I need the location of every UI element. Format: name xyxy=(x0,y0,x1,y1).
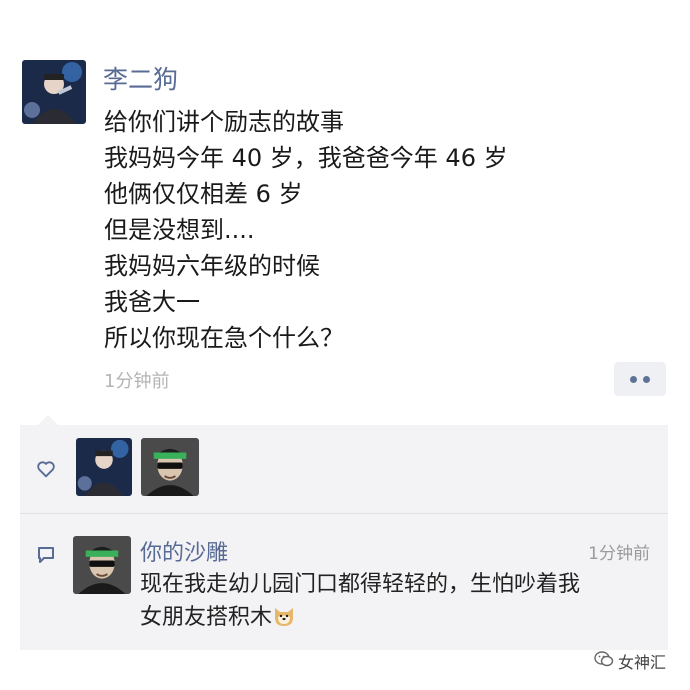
post-timestamp: 1分钟前 xyxy=(104,371,170,392)
poster-name[interactable]: 李二狗 xyxy=(103,60,178,96)
comment-line: 现在我走幼儿园门口都得轻轻的，生怕吵着我 xyxy=(140,572,581,597)
comment-line-text: 女朋友搭积木 xyxy=(140,605,273,630)
watermark-text: 女神汇 xyxy=(618,653,667,672)
like-avatar-lieergou[interactable] xyxy=(76,438,132,496)
post-line: 他俩仅仅相差 6 岁 xyxy=(104,180,303,208)
shiba-emoji-icon xyxy=(272,604,296,628)
post-line: 但是没想到.... xyxy=(104,216,255,244)
post-line: 我妈妈今年 40 岁，我爸爸今年 46 岁 xyxy=(104,144,508,172)
dot-icon xyxy=(630,376,637,383)
panel-pointer xyxy=(38,415,58,425)
comment-line: 女朋友搭积木 xyxy=(140,601,660,634)
commenter-avatar[interactable] xyxy=(73,536,131,594)
post-line: 我妈妈六年级的时候 xyxy=(104,252,320,280)
like-avatar-nideshadiao[interactable] xyxy=(141,438,199,496)
post-line: 给你们讲个励志的故事 xyxy=(104,108,344,136)
comment-timestamp: 1分钟前 xyxy=(588,544,650,564)
post-content: 给你们讲个励志的故事 我妈妈今年 40 岁，我爸爸今年 46 岁 他俩仅仅相差 … xyxy=(104,104,508,356)
commenter-name[interactable]: 你的沙雕 xyxy=(140,535,228,567)
heart-icon xyxy=(35,458,57,480)
more-actions-button[interactable] xyxy=(614,362,666,396)
poster-avatar[interactable] xyxy=(22,60,86,124)
comment-icon xyxy=(36,545,56,565)
wechat-icon xyxy=(594,649,614,669)
comment-content[interactable]: 现在我走幼儿园门口都得轻轻的，生怕吵着我 女朋友搭积木 xyxy=(140,568,660,634)
divider xyxy=(20,513,668,514)
dot-icon xyxy=(643,376,650,383)
post-line: 所以你现在急个什么？ xyxy=(104,324,344,352)
post-line: 我爸大一 xyxy=(104,288,200,316)
